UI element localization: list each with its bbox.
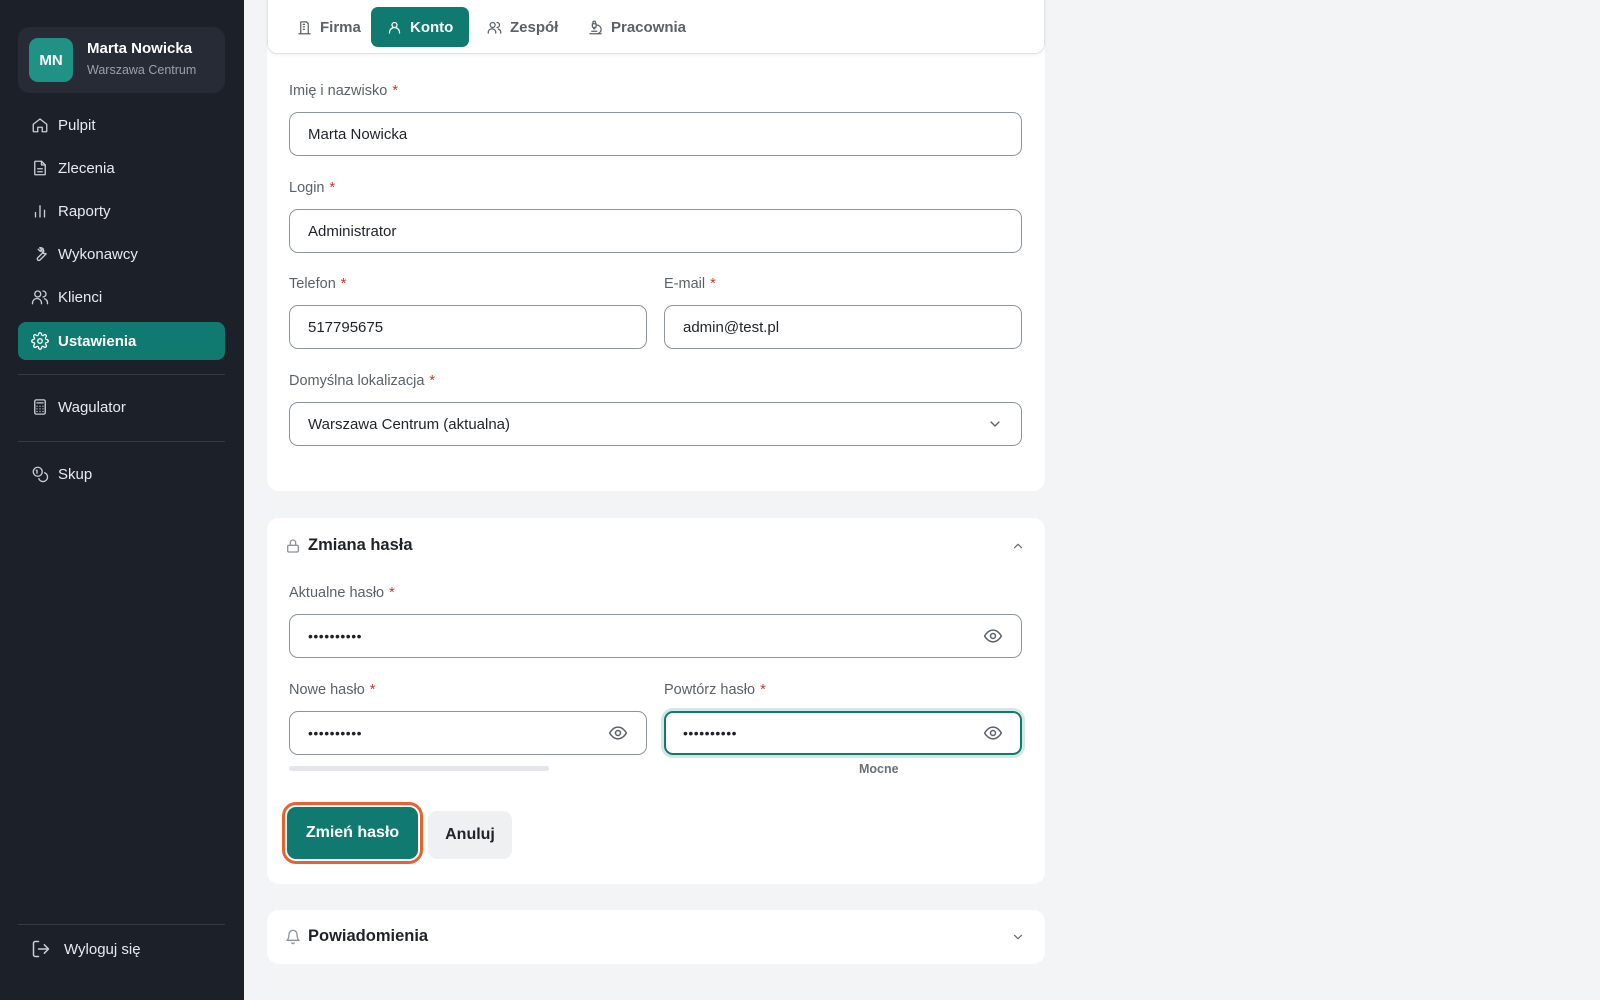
sidebar-divider (18, 441, 225, 442)
tab-konto[interactable]: Konto (371, 7, 470, 47)
password-strength-label: Mocne (859, 762, 899, 776)
sidebar-item-skup[interactable]: Skup (18, 455, 225, 493)
sidebar-item-klienci[interactable]: Klienci (18, 278, 225, 316)
eye-icon[interactable] (608, 723, 628, 743)
change-password-button[interactable]: Zmień hasło (282, 802, 423, 864)
sidebar-item-wykonawcy[interactable]: Wykonawcy (18, 235, 225, 273)
users-icon (487, 21, 502, 34)
sidebar-item-label: Pulpit (58, 116, 96, 134)
location-label: Domyślna lokalizacja * (289, 373, 436, 389)
logout-label: Wyloguj się (64, 940, 141, 958)
bar-chart-icon (34, 205, 46, 218)
current-password-input[interactable]: •••••••••• (289, 614, 1022, 658)
repeat-password-label: Powtórz hasło * (664, 682, 766, 698)
email-label: E-mail * (664, 276, 716, 292)
password-section-title: Zmiana hasła (308, 536, 413, 554)
sidebar-divider (18, 374, 225, 375)
sidebar-item-label: Wykonawcy (58, 245, 138, 263)
building-icon (298, 20, 311, 34)
cancel-button[interactable]: Anuluj (428, 811, 512, 859)
sidebar-item-label: Skup (58, 465, 93, 483)
login-label: Login * (289, 180, 336, 196)
document-icon (34, 160, 46, 176)
coins-icon (32, 466, 49, 483)
user-icon (388, 21, 401, 34)
user-profile-card[interactable]: MN Marta Nowicka Warszawa Centrum (18, 27, 225, 93)
logout-icon (32, 940, 50, 958)
tab-label: Zespół (510, 18, 559, 36)
sidebar-divider (18, 924, 225, 925)
sidebar-item-label: Wagulator (58, 398, 126, 416)
sidebar-item-label: Zlecenia (58, 159, 115, 177)
notifications-section-title: Powiadomienia (308, 927, 429, 945)
sidebar: MN Marta Nowicka Warszawa Centrum Pulpit… (0, 0, 244, 1000)
password-strength-bar (289, 766, 549, 771)
login-input[interactable]: Administrator (289, 209, 1022, 253)
sidebar-item-label: Ustawienia (58, 332, 137, 350)
users-icon (31, 290, 49, 305)
lock-icon (287, 538, 299, 553)
microscope-icon (589, 20, 602, 34)
password-change-card: Zmiana hasła Aktualne hasło * •••••••••• … (267, 518, 1045, 884)
password-section-header[interactable]: Zmiana hasła (285, 536, 413, 555)
notifications-card: Powiadomienia (267, 910, 1045, 964)
name-label: Imię i nazwisko * (289, 83, 398, 99)
tab-label: Pracownia (611, 18, 687, 36)
current-password-label: Aktualne hasło * (289, 585, 395, 601)
email-input[interactable]: admin@test.pl (664, 305, 1022, 349)
repeat-password-input[interactable]: •••••••••• (664, 711, 1022, 755)
gear-icon (31, 332, 49, 350)
chevron-up-icon[interactable] (1011, 539, 1025, 553)
sidebar-item-zlecenia[interactable]: Zlecenia (18, 149, 225, 187)
phone-input[interactable]: 517795675 (289, 305, 647, 349)
tab-firma[interactable]: Firma (281, 7, 377, 47)
user-location: Warszawa Centrum (87, 63, 197, 77)
sidebar-item-pulpit[interactable]: Pulpit (18, 106, 225, 144)
sidebar-item-wagulator[interactable]: Wagulator (18, 388, 225, 426)
chevron-down-icon[interactable] (1011, 930, 1025, 944)
tab-zespol[interactable]: Zespół (471, 7, 574, 47)
eye-icon[interactable] (983, 723, 1003, 743)
new-password-label: Nowe hasło * (289, 682, 376, 698)
tab-label: Firma (320, 18, 361, 36)
avatar: MN (29, 38, 73, 82)
eye-icon[interactable] (983, 626, 1003, 646)
user-name: Marta Nowicka (87, 40, 193, 57)
account-form-card: Imię i nazwisko * Marta Nowicka Login * Ad… (267, 30, 1045, 491)
phone-label: Telefon * (289, 276, 347, 292)
bell-icon (286, 929, 300, 944)
tab-label: Konto (410, 18, 454, 36)
calculator-icon (34, 399, 46, 415)
notifications-section-header[interactable]: Powiadomienia (285, 927, 428, 946)
sidebar-item-label: Klienci (58, 288, 103, 306)
settings-tabs: Firma Konto Zespół Pracownia (267, 0, 1045, 54)
chevron-down-icon (990, 421, 1000, 427)
logout-button[interactable]: Wyloguj się (18, 930, 225, 968)
tab-pracownia[interactable]: Pracownia (572, 7, 702, 47)
new-password-input[interactable]: •••••••••• (289, 711, 647, 755)
wrench-icon (36, 246, 47, 262)
home-icon (32, 118, 48, 133)
location-select[interactable]: Warszawa Centrum (aktualna) (289, 402, 1022, 446)
sidebar-item-label: Raporty (58, 202, 111, 220)
sidebar-item-ustawienia[interactable]: Ustawienia (18, 322, 225, 360)
sidebar-item-raporty[interactable]: Raporty (18, 192, 225, 230)
name-input[interactable]: Marta Nowicka (289, 112, 1022, 156)
